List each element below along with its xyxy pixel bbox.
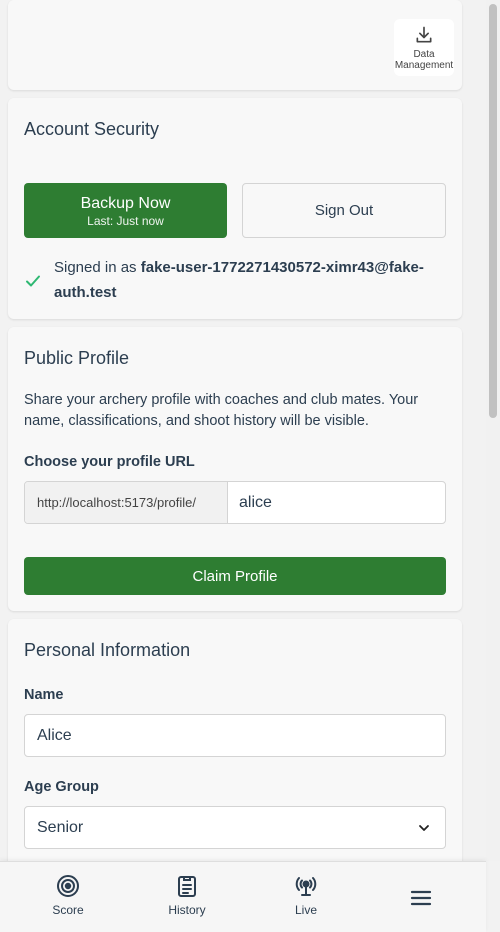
- age-group-label: Age Group: [24, 779, 99, 795]
- public-profile-title: Public Profile: [24, 348, 130, 368]
- backup-last-time: Last: Just now: [87, 213, 164, 228]
- nav-live-label: Live: [294, 903, 317, 917]
- nav-history-label: History: [168, 903, 206, 917]
- nav-score-label: Score: [52, 903, 84, 917]
- signed-in-text: Signed in as fake-user-1772271430572-xim…: [54, 255, 448, 305]
- target-icon: [57, 875, 79, 897]
- download-icon: [416, 26, 432, 43]
- data-management-button[interactable]: Data Management: [394, 19, 454, 76]
- signed-in-status: Signed in as fake-user-1772271430572-xim…: [24, 255, 448, 305]
- nav-menu[interactable]: [386, 886, 456, 910]
- profile-url-label: Choose your profile URL: [24, 454, 195, 470]
- age-group-select[interactable]: Senior: [24, 806, 446, 849]
- scrollbar-track[interactable]: [486, 0, 500, 861]
- chevron-down-icon: [419, 825, 429, 831]
- claim-profile-button[interactable]: Claim Profile: [24, 557, 446, 595]
- public-profile-description: Share your archery profile with coaches …: [24, 392, 419, 429]
- data-management-label: Data Management: [394, 49, 454, 71]
- name-label: Name: [24, 687, 64, 703]
- clipboard-icon: [178, 876, 196, 897]
- age-group-value: Senior: [37, 818, 84, 836]
- profile-url-prefix: http://localhost:5173/profile/: [25, 482, 228, 523]
- profile-url-input[interactable]: alice: [228, 482, 445, 523]
- settings-page: Data Management Account Security Backup …: [0, 0, 500, 932]
- sign-out-button[interactable]: Sign Out: [242, 183, 446, 238]
- bottom-navigation: Score History Live: [0, 861, 486, 932]
- scrollbar-thumb[interactable]: [489, 4, 497, 418]
- backup-now-label: Backup Now: [80, 194, 171, 212]
- nav-history[interactable]: History: [152, 874, 222, 917]
- broadcast-icon: [295, 877, 317, 896]
- personal-information-title: Personal Information: [24, 640, 191, 660]
- account-security-card: Account Security Backup Now Last: Just n…: [8, 98, 462, 319]
- menu-icon: [410, 890, 432, 906]
- name-input[interactable]: Alice: [24, 714, 446, 757]
- signed-in-prefix: Signed in as: [54, 259, 137, 276]
- nav-score[interactable]: Score: [33, 874, 103, 917]
- top-toolbar-card: Data Management: [8, 0, 462, 90]
- public-profile-card: Public Profile Share your archery profil…: [8, 327, 462, 611]
- check-icon: [26, 275, 40, 287]
- nav-live[interactable]: Live: [271, 874, 341, 917]
- backup-now-button[interactable]: Backup Now Last: Just now: [24, 183, 227, 238]
- account-security-title: Account Security: [24, 119, 160, 139]
- profile-url-group: http://localhost:5173/profile/ alice: [24, 481, 446, 524]
